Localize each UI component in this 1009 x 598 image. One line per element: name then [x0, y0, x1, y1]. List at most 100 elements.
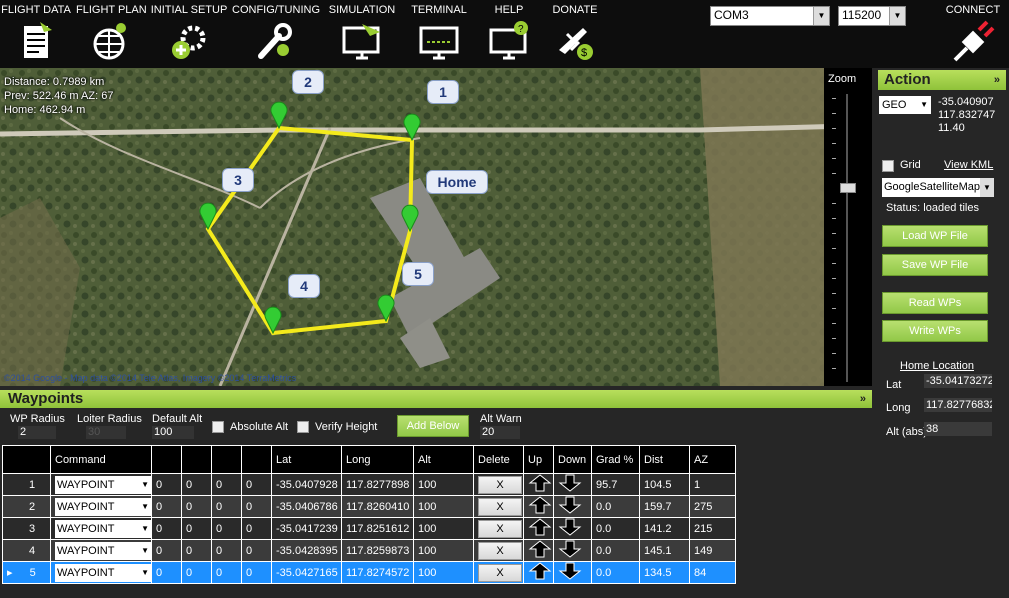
- delete-button[interactable]: X: [478, 541, 522, 560]
- param4-cell[interactable]: 0: [241, 473, 272, 496]
- wp-radius-input[interactable]: 2: [18, 426, 56, 439]
- lat-cell[interactable]: -35.0407928: [271, 473, 342, 496]
- col-down[interactable]: Down: [553, 445, 592, 474]
- long-cell[interactable]: 117.8260410: [341, 495, 414, 518]
- table-row[interactable]: 2 WAYPOINT ▼ 0 0 0 0 -35.0406786 117.8260…: [2, 495, 736, 518]
- command-cell[interactable]: WAYPOINT ▼: [50, 473, 152, 496]
- lat-cell[interactable]: -35.0417239: [271, 517, 342, 540]
- col-command[interactable]: Command: [50, 445, 152, 474]
- alt-warn-input[interactable]: 20: [480, 426, 520, 439]
- command-cell[interactable]: WAYPOINT ▼: [50, 495, 152, 518]
- param3-cell[interactable]: 0: [211, 539, 242, 562]
- param1-cell[interactable]: 0: [151, 473, 182, 496]
- command-select[interactable]: WAYPOINT ▼: [55, 541, 151, 560]
- param2-cell[interactable]: 0: [181, 539, 212, 562]
- param2-cell[interactable]: 0: [181, 495, 212, 518]
- connect-button[interactable]: CONNECT: [940, 0, 1006, 66]
- home-location-link[interactable]: Home Location: [900, 360, 974, 372]
- map-type-select[interactable]: GoogleSatelliteMap ▼: [882, 178, 994, 197]
- col-up[interactable]: Up: [523, 445, 554, 474]
- com-port-select[interactable]: COM3 ▼: [710, 6, 830, 26]
- alt-cell[interactable]: 100: [413, 517, 474, 540]
- command-select[interactable]: WAYPOINT ▼: [55, 475, 151, 494]
- long-cell[interactable]: 117.8277898: [341, 473, 414, 496]
- action-header[interactable]: Action »: [878, 70, 1006, 90]
- param4-cell[interactable]: 0: [241, 539, 272, 562]
- alt-cell[interactable]: 100: [413, 539, 474, 562]
- load-wp-file-button[interactable]: Load WP File: [882, 225, 988, 247]
- flight-data-button[interactable]: FLIGHT DATA: [0, 0, 72, 66]
- help-button[interactable]: HELP ?: [478, 0, 540, 66]
- loiter-radius-input[interactable]: 30: [86, 426, 126, 439]
- arrow-up-icon[interactable]: [528, 518, 552, 536]
- waypoint-marker-2[interactable]: 2: [292, 70, 324, 94]
- param1-cell[interactable]: 0: [151, 539, 182, 562]
- arrow-down-icon[interactable]: [558, 474, 582, 492]
- home-marker[interactable]: Home: [426, 170, 488, 194]
- long-cell[interactable]: 117.8274572: [341, 561, 414, 584]
- command-select[interactable]: WAYPOINT ▼: [55, 519, 151, 538]
- save-wp-file-button[interactable]: Save WP File: [882, 254, 988, 276]
- param2-cell[interactable]: 0: [181, 517, 212, 540]
- read-wps-button[interactable]: Read WPs: [882, 292, 988, 314]
- default-alt-input[interactable]: 100: [152, 426, 194, 439]
- arrow-down-icon[interactable]: [558, 518, 582, 536]
- alt-cell[interactable]: 100: [413, 495, 474, 518]
- arrow-down-icon[interactable]: [558, 540, 582, 558]
- terminal-button[interactable]: TERMINAL: [406, 0, 472, 66]
- command-cell[interactable]: WAYPOINT ▼: [50, 539, 152, 562]
- simulation-button[interactable]: SIMULATION: [326, 0, 398, 66]
- col-long[interactable]: Long: [341, 445, 414, 474]
- param4-cell[interactable]: 0: [241, 561, 272, 584]
- arrow-up-icon[interactable]: [528, 540, 552, 558]
- col-grad[interactable]: Grad %: [591, 445, 640, 474]
- col-param3[interactable]: [211, 445, 242, 474]
- param4-cell[interactable]: 0: [241, 495, 272, 518]
- map-view[interactable]: Distance: 0.7989 km Prev: 522.46 m AZ: 6…: [0, 68, 848, 386]
- param1-cell[interactable]: 0: [151, 495, 182, 518]
- donate-button[interactable]: DONATE $: [544, 0, 606, 66]
- arrow-up-icon[interactable]: [528, 496, 552, 514]
- lat-cell[interactable]: -35.0406786: [271, 495, 342, 518]
- collapse-icon[interactable]: »: [994, 70, 1000, 90]
- col-lat[interactable]: Lat: [271, 445, 342, 474]
- param3-cell[interactable]: 0: [211, 561, 242, 584]
- table-row-selected[interactable]: ▸ 5 WAYPOINT ▼ 0 0 0 0 -35.0427165 117.82…: [2, 561, 736, 584]
- waypoint-marker-4[interactable]: 4: [288, 274, 320, 298]
- collapse-icon[interactable]: »: [860, 390, 866, 408]
- baud-rate-select[interactable]: 115200 ▼: [838, 6, 906, 26]
- waypoint-marker-1[interactable]: 1: [427, 80, 459, 104]
- param4-cell[interactable]: 0: [241, 517, 272, 540]
- param1-cell[interactable]: 0: [151, 561, 182, 584]
- arrow-down-icon[interactable]: [558, 562, 582, 580]
- col-param1[interactable]: [151, 445, 182, 474]
- view-kml-link[interactable]: View KML: [944, 159, 993, 171]
- lat-cell[interactable]: -35.0428395: [271, 539, 342, 562]
- grid-checkbox[interactable]: [882, 160, 894, 172]
- arrow-up-icon[interactable]: [528, 562, 552, 580]
- param1-cell[interactable]: 0: [151, 517, 182, 540]
- absolute-alt-checkbox[interactable]: [212, 421, 224, 433]
- zoom-slider[interactable]: [846, 94, 848, 382]
- arrow-down-icon[interactable]: [558, 496, 582, 514]
- lat-cell[interactable]: -35.0427165: [271, 561, 342, 584]
- col-param2[interactable]: [181, 445, 212, 474]
- home-lat-field[interactable]: -35.04173272: [924, 374, 992, 388]
- delete-button[interactable]: X: [478, 497, 522, 516]
- delete-button[interactable]: X: [478, 475, 522, 494]
- col-dist[interactable]: Dist: [639, 445, 690, 474]
- table-row[interactable]: 3 WAYPOINT ▼ 0 0 0 0 -35.0417239 117.8251…: [2, 517, 736, 540]
- alt-cell[interactable]: 100: [413, 473, 474, 496]
- table-row[interactable]: 1 WAYPOINT ▼ 0 0 0 0 -35.0407928 117.8277…: [2, 473, 736, 496]
- waypoints-header[interactable]: Waypoints »: [0, 390, 872, 408]
- waypoint-marker-3[interactable]: 3: [222, 168, 254, 192]
- param3-cell[interactable]: 0: [211, 517, 242, 540]
- coord-mode-select[interactable]: GEO ▼: [879, 96, 931, 114]
- col-alt[interactable]: Alt: [413, 445, 474, 474]
- verify-height-checkbox[interactable]: [297, 421, 309, 433]
- col-az[interactable]: AZ: [689, 445, 736, 474]
- initial-setup-button[interactable]: INITIAL SETUP: [150, 0, 228, 66]
- home-long-field[interactable]: 117.82776832: [924, 398, 992, 412]
- flight-plan-button[interactable]: FLIGHT PLAN: [76, 0, 147, 66]
- add-below-button[interactable]: Add Below: [397, 415, 469, 437]
